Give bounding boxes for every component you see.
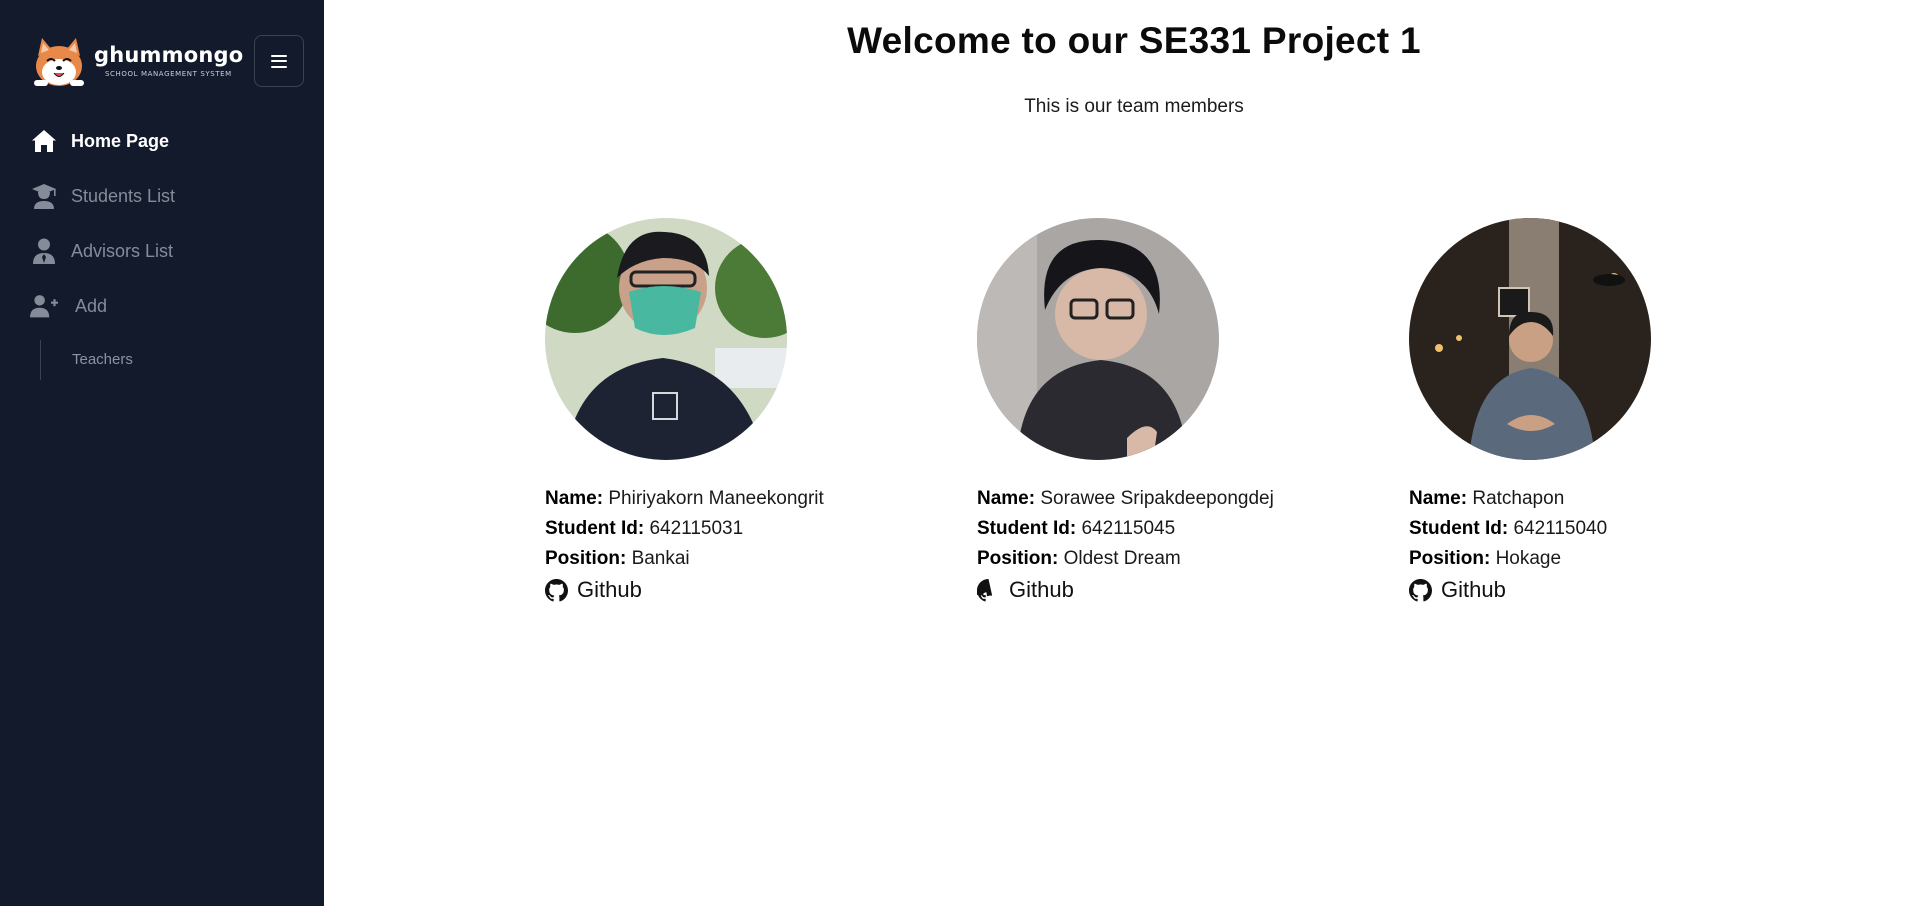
sidebar-subitem-teachers[interactable]: Teachers — [72, 351, 133, 368]
github-icon — [977, 578, 993, 601]
member-student-id: 642115031 — [649, 518, 744, 539]
github-icon — [1409, 578, 1432, 601]
name-label: Name: — [977, 488, 1036, 509]
submenu-divider — [40, 340, 41, 380]
hamburger-icon — [271, 54, 287, 68]
sidebar-item-label: Advisors List — [71, 240, 174, 261]
member-name: Phiriyakorn Maneekongrit — [608, 488, 824, 509]
github-label: Github — [1441, 577, 1506, 602]
member-name: Sorawee Sripakdeepongdej — [1040, 488, 1274, 509]
github-label: Github — [577, 577, 642, 602]
member-name: Ratchapon — [1472, 488, 1565, 509]
member-student-id: 642115045 — [1081, 518, 1176, 539]
sidebar-item-home[interactable]: Home Page — [30, 126, 169, 156]
sidebar-item-label: Add — [75, 295, 108, 316]
position-label: Position: — [977, 548, 1059, 569]
main-content: Welcome to our SE331 Project 1 This is o… — [324, 0, 1920, 913]
brand-subtitle: SCHOOL MANAGEMENT SYSTEM — [105, 70, 232, 78]
student-id-label: Student Id: — [1409, 518, 1509, 539]
member-card: Name: Ratchapon Student Id: 642115040 Po… — [1409, 218, 1789, 605]
user-plus-icon — [30, 293, 58, 319]
graduate-icon — [30, 183, 58, 209]
member-position: Bankai — [631, 548, 690, 569]
github-link[interactable]: Github — [1409, 575, 1789, 605]
member-photo — [1409, 218, 1651, 460]
home-icon — [30, 128, 58, 154]
member-info: Name: Ratchapon Student Id: 642115040 Po… — [1409, 484, 1789, 605]
brand-logo[interactable]: ghummongo SCHOOL MANAGEMENT SYSTEM — [30, 34, 244, 90]
sidebar-item-add[interactable]: Add — [30, 291, 107, 321]
student-id-label: Student Id: — [545, 518, 645, 539]
member-info: Name: Phiriyakorn Maneekongrit Student I… — [545, 484, 925, 605]
github-link[interactable]: Github — [977, 575, 1357, 605]
sidebar-item-label: Students List — [71, 185, 176, 206]
menu-toggle-button[interactable] — [254, 35, 304, 87]
name-label: Name: — [545, 488, 604, 509]
sidebar-item-label: Home Page — [71, 130, 170, 151]
position-label: Position: — [545, 548, 627, 569]
sidebar-item-advisors[interactable]: Advisors List — [30, 236, 173, 266]
github-label: Github — [1009, 577, 1074, 602]
member-position: Oldest Dream — [1063, 548, 1181, 569]
member-student-id: 642115040 — [1513, 518, 1608, 539]
name-label: Name: — [1409, 488, 1468, 509]
member-card: Name: Phiriyakorn Maneekongrit Student I… — [545, 218, 925, 605]
member-photo — [545, 218, 787, 460]
page-subtitle: This is our team members — [1024, 96, 1244, 117]
sidebar-item-students[interactable]: Students List — [30, 181, 175, 211]
github-icon — [545, 578, 568, 601]
member-photo — [977, 218, 1219, 460]
member-info: Name: Sorawee Sripakdeepongdej Student I… — [977, 484, 1357, 605]
position-label: Position: — [1409, 548, 1491, 569]
brand-name: ghummongo — [94, 43, 244, 67]
user-tie-icon — [30, 238, 58, 264]
member-card: Name: Sorawee Sripakdeepongdej Student I… — [977, 218, 1357, 605]
github-link[interactable]: Github — [545, 575, 925, 605]
member-position: Hokage — [1495, 548, 1562, 569]
student-id-label: Student Id: — [977, 518, 1077, 539]
page-title: Welcome to our SE331 Project 1 — [847, 20, 1421, 61]
sidebar: ghummongo SCHOOL MANAGEMENT SYSTEM Home … — [0, 0, 324, 906]
shiba-dog-logo — [34, 38, 84, 86]
